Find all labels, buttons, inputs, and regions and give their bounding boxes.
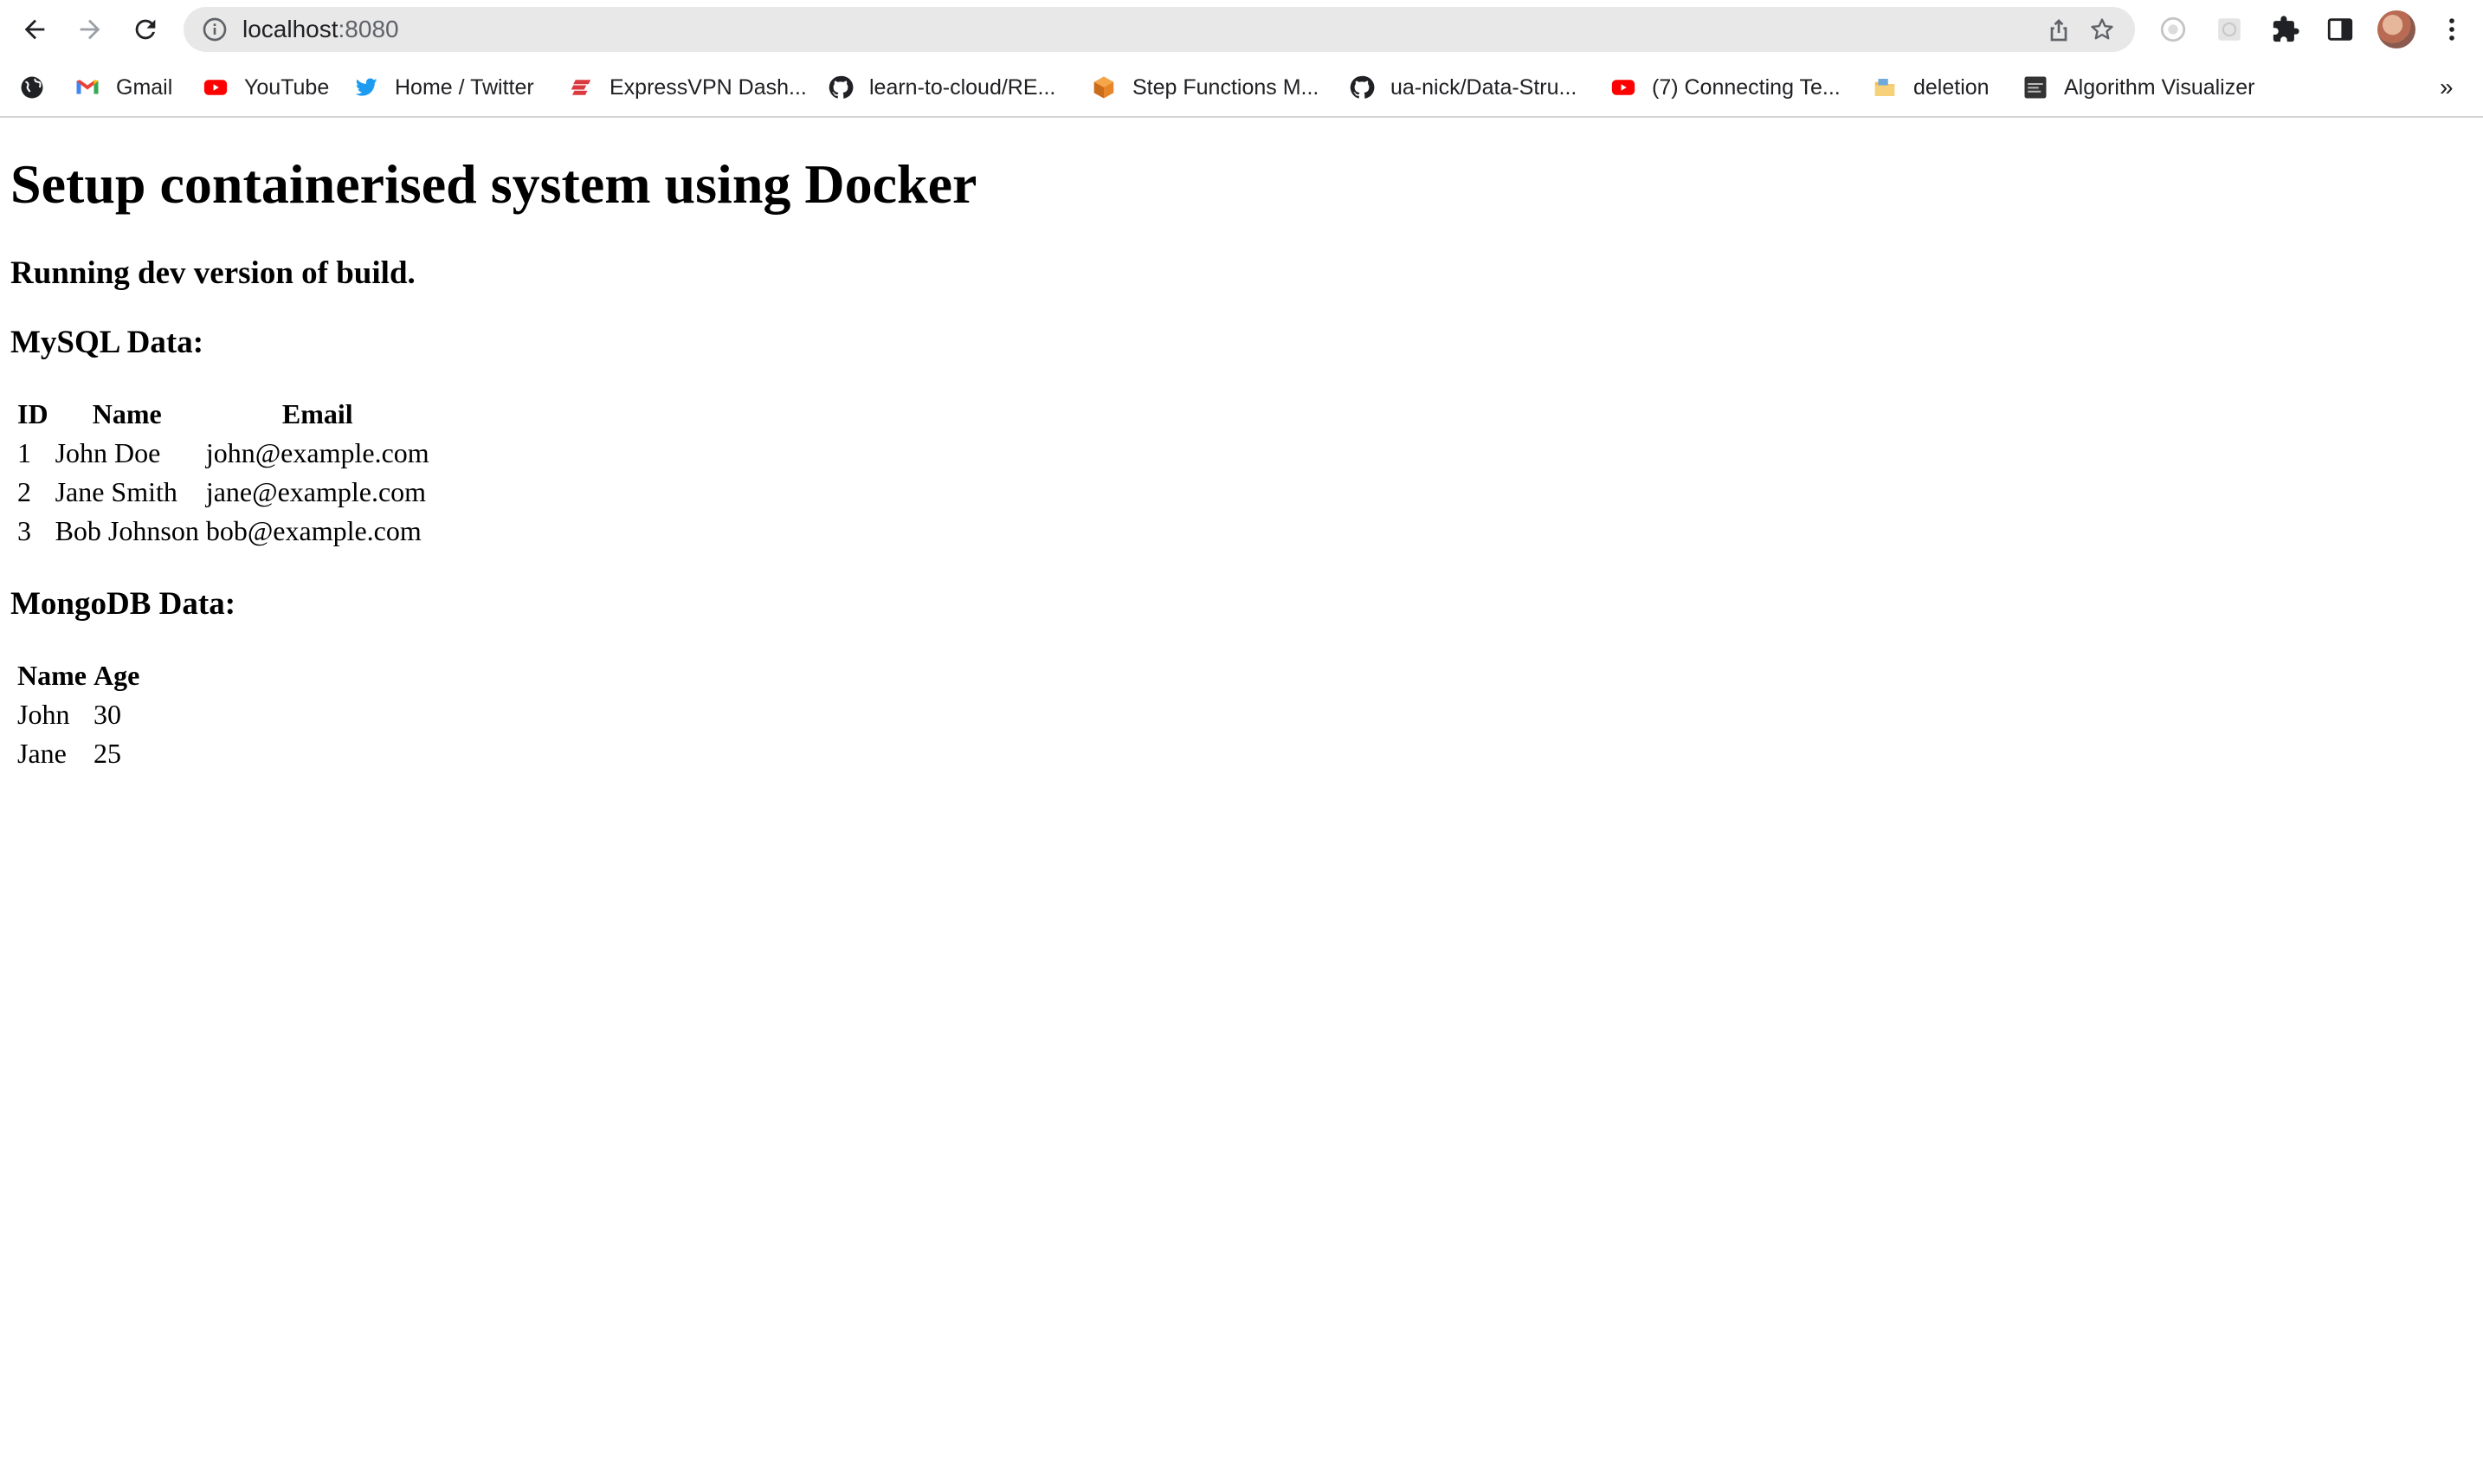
reload-icon <box>135 19 156 40</box>
aws-icon <box>1091 74 1117 100</box>
page-content: Setup containerised system using Docker … <box>0 118 2483 1484</box>
table-cell: Bob Johnson <box>55 515 199 546</box>
address-bar[interactable]: localhost:8080 <box>184 7 2135 52</box>
gmail-icon <box>74 74 100 100</box>
table-row: 3 Bob Johnson bob@example.com <box>16 513 431 549</box>
browser-toolbar: localhost:8080 <box>0 0 2483 59</box>
table-cell: bob@example.com <box>205 515 422 546</box>
globe-icon <box>19 74 45 100</box>
mongodb-table: Name Age John 30 Jane 25 <box>12 655 145 775</box>
bookmark-gmail[interactable]: Gmail <box>74 66 172 109</box>
table-row: John 30 <box>16 697 141 732</box>
bookmark-data-structures[interactable]: ua-nick/Data-Stru... <box>1349 66 1577 109</box>
table-header-row: Name Age <box>16 658 141 694</box>
column-header: ID <box>17 398 48 429</box>
bookmark-connecting[interactable]: (7) Connecting Te... <box>1610 66 1841 109</box>
bookmark-globe[interactable] <box>19 66 45 109</box>
bookmark-label: ExpressVPN Dash... <box>609 74 807 100</box>
url-host: localhost <box>242 16 339 42</box>
mongodb-heading: MongoDB Data: <box>10 586 236 622</box>
column-header: Name <box>17 660 87 691</box>
url-port: :8080 <box>338 16 399 42</box>
bookmark-label: YouTube <box>244 74 330 100</box>
mysql-table: ID Name Email 1 John Doe john@example.co… <box>12 393 435 552</box>
table-header-row: ID Name Email <box>16 397 431 432</box>
column-header: Age <box>93 660 140 691</box>
bookmark-label: Gmail <box>116 74 173 100</box>
bookmark-label: Home / Twitter <box>395 74 534 100</box>
bookmark-expressvpn[interactable]: ExpressVPN Dash... <box>568 66 807 109</box>
github-icon <box>1349 74 1375 100</box>
table-cell: 25 <box>93 738 121 769</box>
bookmark-label: Step Functions M... <box>1132 74 1319 100</box>
expressvpn-icon <box>568 74 594 100</box>
table-cell: Jane Smith <box>55 476 177 507</box>
table-cell: john@example.com <box>205 437 429 468</box>
bookmark-step-functions[interactable]: Step Functions M... <box>1091 66 1319 109</box>
forward-button[interactable] <box>71 10 109 48</box>
profile-avatar[interactable] <box>2377 10 2415 48</box>
table-cell: Jane <box>17 738 67 769</box>
reload-button[interactable] <box>126 10 164 48</box>
bookmark-label: deletion <box>1913 74 1990 100</box>
bookmark-youtube[interactable]: YouTube <box>203 66 329 109</box>
table-cell: 1 <box>17 437 31 468</box>
extension-circle-icon[interactable] <box>2156 12 2190 47</box>
bookmark-label: ua-nick/Data-Stru... <box>1390 74 1577 100</box>
table-cell: John <box>17 699 70 730</box>
star-icon[interactable] <box>2088 16 2116 43</box>
table-cell: jane@example.com <box>205 476 427 507</box>
side-panel-icon[interactable] <box>2323 12 2357 47</box>
share-icon[interactable] <box>2045 16 2073 43</box>
arrow-right-icon <box>80 19 100 40</box>
page-title: Setup containerised system using Docker <box>10 153 977 215</box>
twitter-icon <box>353 74 379 100</box>
folder-icon <box>1872 74 1898 100</box>
bookmark-deletion[interactable]: deletion <box>1872 66 1990 109</box>
table-row: Jane 25 <box>16 736 141 771</box>
youtube-icon <box>1610 74 1636 100</box>
github-icon <box>828 74 854 100</box>
bookmarks-bar: Gmail YouTube Home / Twitter ExpressVPN … <box>0 66 2483 109</box>
table-row: 2 Jane Smith jane@example.com <box>16 474 431 510</box>
algorithm-visualizer-icon <box>2022 74 2048 100</box>
bookmark-label: Algorithm Visualizer <box>2064 74 2255 100</box>
menu-kebab-icon[interactable] <box>2435 12 2469 47</box>
table-cell: John Doe <box>55 437 161 468</box>
table-row: 1 John Doe john@example.com <box>16 436 431 471</box>
url-text[interactable]: localhost:8080 <box>242 7 399 52</box>
build-status-heading: Running dev version of build. <box>10 255 416 291</box>
extension-square-icon[interactable] <box>2212 12 2247 47</box>
extensions-puzzle-icon[interactable] <box>2268 12 2303 47</box>
column-header: Name <box>92 398 162 429</box>
youtube-icon <box>203 74 229 100</box>
bookmark-label: learn-to-cloud/RE... <box>869 74 1056 100</box>
arrow-left-icon <box>24 19 45 40</box>
info-icon[interactable] <box>201 16 229 43</box>
bookmark-learn-to-cloud[interactable]: learn-to-cloud/RE... <box>828 66 1055 109</box>
bookmark-algorithm-visualizer[interactable]: Algorithm Visualizer <box>2022 66 2254 109</box>
table-cell: 30 <box>93 699 121 730</box>
bookmark-label: (7) Connecting Te... <box>1652 74 1841 100</box>
bookmarks-overflow-button[interactable]: » <box>2440 66 2454 109</box>
table-cell: 2 <box>17 476 31 507</box>
column-header: Email <box>281 398 353 429</box>
mysql-heading: MySQL Data: <box>10 325 204 360</box>
browser-chrome: localhost:8080 Gmail YouTube Home / Twit… <box>0 0 2483 118</box>
table-cell: 3 <box>17 515 31 546</box>
bookmark-twitter[interactable]: Home / Twitter <box>353 66 534 109</box>
back-button[interactable] <box>16 10 54 48</box>
